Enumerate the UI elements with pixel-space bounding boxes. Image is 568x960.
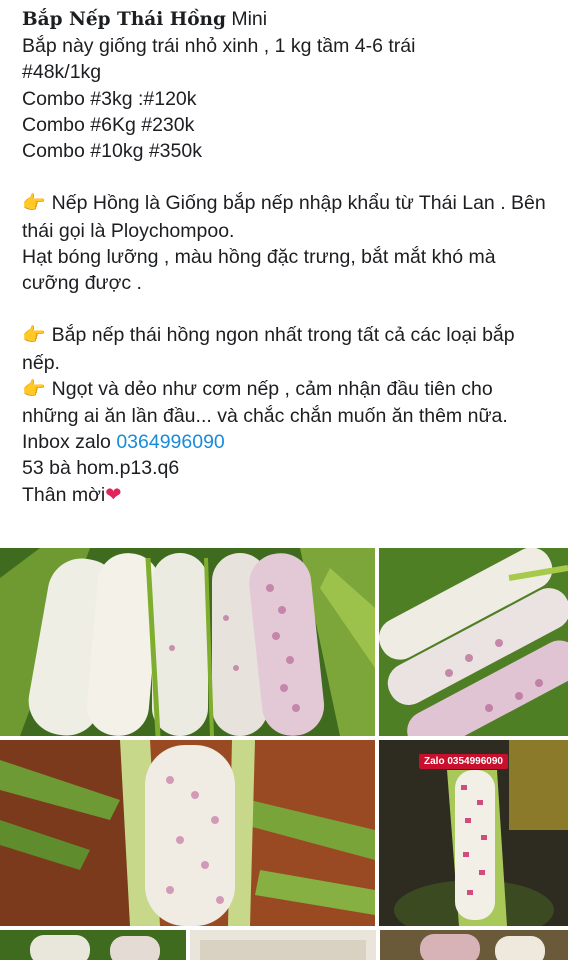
inbox-line: Inbox zalo 0364996090 xyxy=(22,429,546,455)
closing-text: Thân mời xyxy=(22,483,106,506)
corn-photo-strip-3[interactable] xyxy=(380,930,568,960)
price-line: #48k/1kg xyxy=(22,61,102,84)
corn-photo-strip-2[interactable] xyxy=(190,930,376,960)
pointing-hand-icon: 👉 xyxy=(22,325,46,347)
corn-photo-right-top[interactable] xyxy=(379,548,568,736)
post-body: Bắp Nếp Thái Hồng Mini Bắp này giống trá… xyxy=(0,0,568,508)
post-title-bold: Bắp Nếp Thái Hồng xyxy=(22,9,226,30)
corn-photo-bottom-right[interactable]: Zalo 0354996090 xyxy=(379,740,568,926)
pointing-hand-icon: 👉 xyxy=(22,378,46,400)
inbox-label: Inbox zalo xyxy=(22,431,117,454)
combo-10kg-line: Combo #10kg #350k xyxy=(22,140,202,163)
pointing-hand-icon: 👉 xyxy=(22,193,46,215)
paragraph-best-text: Bắp nếp thái hồng ngon nhất trong tất cả… xyxy=(22,324,515,374)
paragraph-best: 👉 Bắp nếp thái hồng ngon nhất trong tất c… xyxy=(22,322,546,375)
combo-3kg-line: Combo #3kg :#120k xyxy=(22,87,197,110)
corn-photo-main[interactable] xyxy=(0,548,375,736)
corn-photo-strip-1[interactable] xyxy=(0,930,186,960)
address-line: 53 bà hom.p13.q6 xyxy=(22,457,180,480)
zalo-tag: Zalo 0354996090 xyxy=(419,754,508,769)
post-title: Bắp Nếp Thái Hồng Mini xyxy=(22,6,546,33)
closing-line: Thân mời❤ xyxy=(22,482,546,508)
paragraph-appearance: Hạt bóng lưỡng , màu hồng đặc trưng, bắt… xyxy=(22,245,496,295)
paragraph-origin: 👉 Nếp Hồng là Giống bắp nếp nhập khẩu từ … xyxy=(22,190,546,243)
paragraph-taste: 👉 Ngọt và dẻo như cơm nếp , cảm nhận đầu … xyxy=(22,376,546,429)
heart-icon: ❤ xyxy=(105,483,122,506)
corn-photo-bottom-left[interactable] xyxy=(0,740,375,926)
intro-line: Bắp này giống trái nhỏ xinh , 1 kg tầm 4… xyxy=(22,35,416,58)
post-title-rest: Mini xyxy=(225,8,268,30)
combo-6kg-line: Combo #6Kg #230k xyxy=(22,113,195,136)
paragraph-origin-text: Nếp Hồng là Giống bắp nếp nhập khẩu từ T… xyxy=(22,192,546,242)
paragraph-taste-text: Ngọt và dẻo như cơm nếp , cảm nhận đầu t… xyxy=(22,377,508,428)
phone-link[interactable]: 0364996090 xyxy=(116,431,224,453)
